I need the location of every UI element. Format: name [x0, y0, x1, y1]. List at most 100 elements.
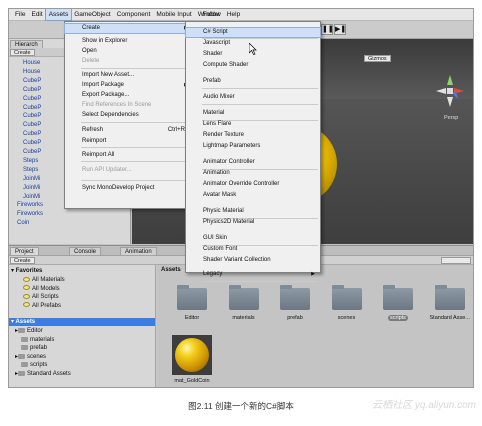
- breadcrumb[interactable]: Assets: [161, 267, 181, 273]
- assets-menu-item-create[interactable]: Create▶: [64, 23, 194, 34]
- hierarchy-item[interactable]: CubeP: [23, 95, 41, 103]
- menu-item-label: Prefab: [203, 78, 221, 84]
- create-menu-item-prefab[interactable]: Prefab: [186, 77, 320, 86]
- folder-tree-item[interactable]: ▸ Editor: [15, 327, 43, 335]
- assets-menu-item-sync-monodevelop-project[interactable]: Sync MonoDevelop Project: [65, 184, 193, 193]
- create-menu-item-lens-flare[interactable]: Lens Flare: [186, 120, 320, 129]
- favorite-item[interactable]: All Prefabs: [23, 302, 61, 310]
- hierarchy-item[interactable]: CubeP: [23, 77, 41, 85]
- hierarchy-item[interactable]: JoinMi: [23, 175, 40, 183]
- create-menu-item-csharp-script[interactable]: C# Script: [185, 27, 321, 38]
- create-menu-item-animation[interactable]: Animation: [186, 169, 320, 178]
- create-menu-item-physic-material[interactable]: Physic Material: [186, 207, 320, 216]
- assets-menu-item-import-new-asset[interactable]: Import New Asset...: [65, 71, 193, 80]
- folder-tile[interactable]: prefab: [273, 285, 317, 321]
- assets-menu-item-find-references-in-scene: Find References In Scene: [65, 101, 193, 110]
- create-menu-item-gui-skin[interactable]: GUI Skin: [186, 234, 320, 243]
- assets-menu-item-import-package[interactable]: Import Package▶: [65, 81, 193, 90]
- folder-icon: [18, 327, 26, 333]
- menu-edit[interactable]: Edit: [28, 9, 45, 20]
- tab-project[interactable]: Project: [10, 247, 39, 255]
- folder-label: Standard Asse...: [429, 315, 470, 321]
- folder-tree-item[interactable]: materials: [21, 336, 54, 344]
- favorite-item[interactable]: All Materials: [23, 276, 65, 284]
- favorite-item[interactable]: All Models: [23, 285, 60, 293]
- create-menu-item-render-texture[interactable]: Render Texture: [186, 131, 320, 140]
- assets-menu-item-run-api-updater: Run API Updater...: [65, 166, 193, 175]
- create-menu-item-compute-shader[interactable]: Compute Shader: [186, 61, 320, 70]
- folder-tree-item[interactable]: ▸ Standard Assets: [15, 370, 71, 378]
- create-menu-item-avatar-mask[interactable]: Avatar Mask: [186, 191, 320, 200]
- create-menu-item-lightmap-parameters[interactable]: Lightmap Parameters: [186, 142, 320, 151]
- material-preview: [172, 335, 212, 375]
- project-filter-buttons[interactable]: [441, 257, 471, 264]
- folder-tile[interactable]: scripts: [376, 285, 420, 321]
- menu-separator: [202, 88, 318, 89]
- folder-tree-item[interactable]: scripts: [21, 361, 47, 369]
- folder-tree-item[interactable]: prefab: [21, 344, 47, 352]
- hierarchy-item[interactable]: CubeP: [23, 104, 41, 112]
- create-menu-item-custom-font[interactable]: Custom Font: [186, 245, 320, 254]
- hierarchy-item[interactable]: JoinMi: [23, 193, 40, 201]
- hierarchy-item[interactable]: CubeP: [23, 148, 41, 156]
- step-button[interactable]: ▶❚: [334, 24, 346, 35]
- assets-menu-item-reimport[interactable]: Reimport: [65, 137, 193, 146]
- assets-root-item[interactable]: ▾ Assets: [9, 318, 155, 326]
- project-create-dropdown[interactable]: Create: [10, 257, 35, 264]
- hierarchy-item[interactable]: Coin: [17, 219, 29, 227]
- hierarchy-item[interactable]: Steps: [23, 166, 38, 174]
- persp-label: Persp: [444, 115, 459, 121]
- hierarchy-item[interactable]: CubeP: [23, 112, 41, 120]
- folder-label: scripts: [30, 362, 48, 369]
- assets-menu-item-select-dependencies[interactable]: Select Dependencies: [65, 111, 193, 120]
- assets-menu-item-refresh[interactable]: Refresh Ctrl+R: [65, 126, 193, 135]
- material-tile[interactable]: mat_GoldCoin: [171, 335, 213, 384]
- folder-tile[interactable]: materials: [222, 285, 266, 321]
- hierarchy-item[interactable]: CubeP: [23, 130, 41, 138]
- create-menu-item-shader-variant-collection[interactable]: Shader Variant Collection: [186, 256, 320, 265]
- create-menu-item-animator-controller[interactable]: Animator Controller: [186, 158, 320, 167]
- scene-axis-gizmo-icon[interactable]: [432, 71, 468, 111]
- hierarchy-item[interactable]: Steps: [23, 157, 38, 165]
- hierarchy-item[interactable]: Fireworks: [17, 201, 43, 209]
- create-menu-item-folder[interactable]: Folder: [186, 11, 320, 20]
- create-menu-item-physics2d-material[interactable]: Physics2D Material: [186, 218, 320, 227]
- hierarchy-create-dropdown[interactable]: Create: [10, 49, 35, 56]
- assets-menu-item-export-package[interactable]: Export Package...: [65, 91, 193, 100]
- folder-tile[interactable]: scenes: [325, 285, 369, 321]
- folder-icon: [21, 362, 28, 368]
- menu-item-label: Avatar Mask: [203, 192, 237, 198]
- menu-file[interactable]: File: [12, 9, 28, 20]
- hierarchy-item[interactable]: Fireworks: [17, 210, 43, 218]
- favorites-header[interactable]: ▾ Favorites: [11, 267, 42, 275]
- create-menu-item-legacy[interactable]: Legacy ▶: [186, 270, 320, 279]
- hierarchy-item[interactable]: House: [23, 68, 40, 76]
- menu-separator: [81, 147, 191, 148]
- assets-menu-item-open[interactable]: Open: [65, 47, 193, 56]
- hierarchy-item[interactable]: CubeP: [23, 86, 41, 94]
- menu-component[interactable]: Component: [114, 9, 154, 20]
- folder-tree-item[interactable]: ▸ scenes: [15, 353, 46, 361]
- hierarchy-tab[interactable]: Hierarch: [10, 40, 43, 48]
- menu-item-label: Sync MonoDevelop Project: [82, 185, 155, 191]
- tab-animation[interactable]: Animation: [120, 247, 157, 255]
- folder-tile[interactable]: Editor: [170, 285, 214, 321]
- hierarchy-item[interactable]: House: [23, 59, 40, 67]
- create-menu-item-material[interactable]: Material: [186, 109, 320, 118]
- menu-assets[interactable]: Assets: [44, 9, 73, 21]
- menu-item-label: Animator Override Controller: [203, 181, 280, 187]
- create-menu-item-animator-override-controller[interactable]: Animator Override Controller: [186, 180, 320, 189]
- folder-tile[interactable]: Standard Asse...: [428, 285, 472, 321]
- menu-gameobject[interactable]: GameObject: [71, 9, 114, 20]
- hierarchy-item[interactable]: CubeP: [23, 139, 41, 147]
- pause-button[interactable]: ❚❚: [321, 24, 334, 35]
- assets-menu-item-reimport-all[interactable]: Reimport All: [65, 151, 193, 160]
- gizmos-dropdown[interactable]: Gizmos: [364, 55, 391, 62]
- tab-console[interactable]: Console: [69, 247, 102, 255]
- folder-icon: [331, 285, 362, 310]
- create-menu-item-audio-mixer[interactable]: Audio Mixer: [186, 93, 320, 102]
- favorite-item[interactable]: All Scripts: [23, 293, 59, 301]
- hierarchy-item[interactable]: CubeP: [23, 121, 41, 129]
- assets-menu-item-show-in-explorer[interactable]: Show in Explorer: [65, 37, 193, 46]
- hierarchy-item[interactable]: JoinMi: [23, 184, 40, 192]
